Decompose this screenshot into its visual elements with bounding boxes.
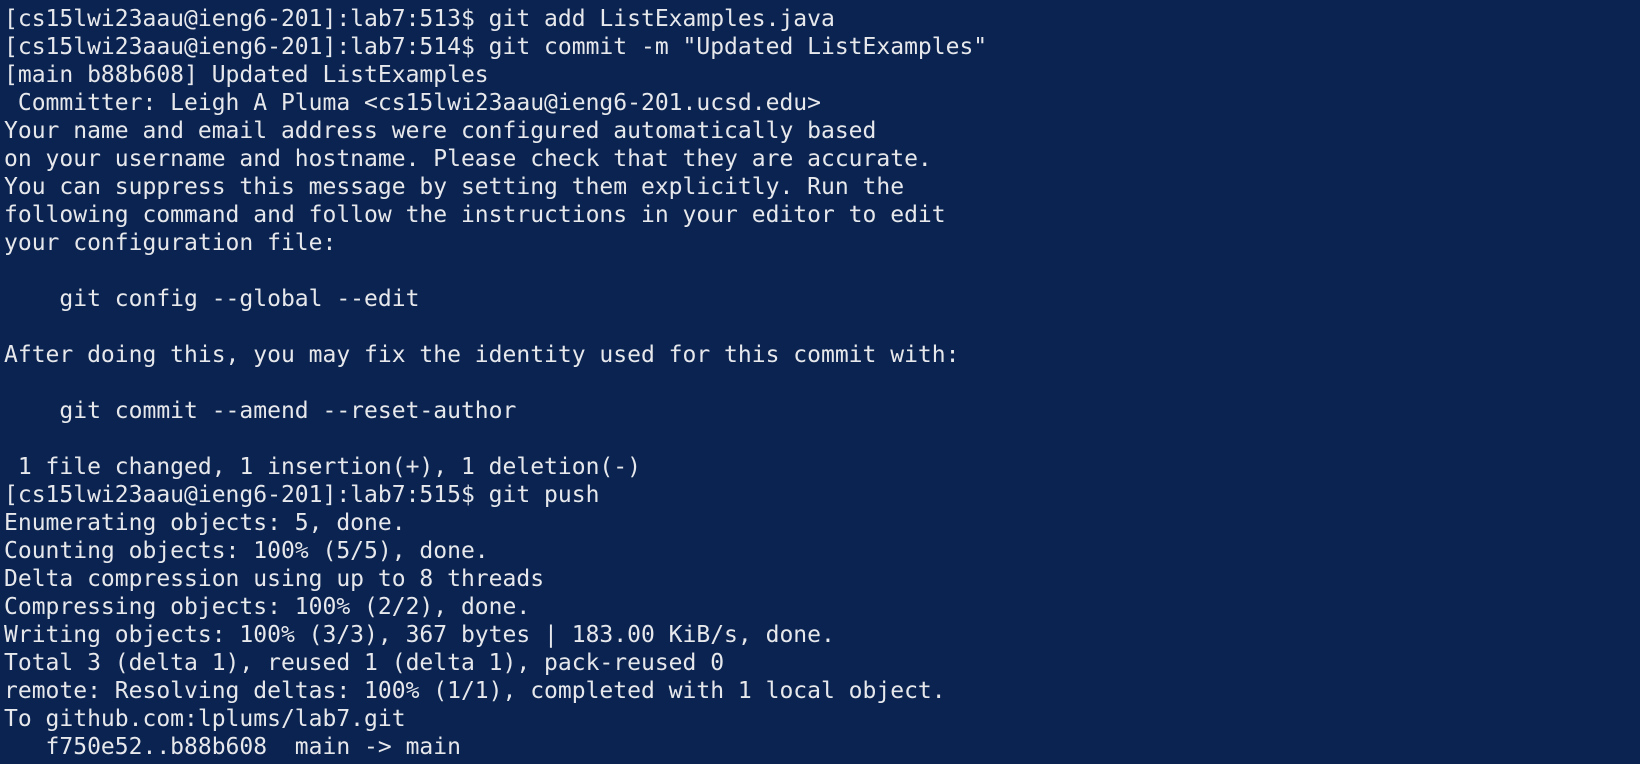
terminal-line: Writing objects: 100% (3/3), 367 bytes |… bbox=[4, 622, 835, 648]
terminal-line: following command and follow the instruc… bbox=[4, 202, 946, 228]
terminal-window[interactable]: [cs15lwi23aau@ieng6-201]:lab7:513$ git a… bbox=[0, 0, 1640, 764]
terminal-line: [main b88b608] Updated ListExamples bbox=[4, 62, 489, 88]
terminal-line: git commit --amend --reset-author bbox=[4, 398, 517, 424]
terminal-line: your configuration file: bbox=[4, 230, 337, 256]
terminal-line: Compressing objects: 100% (2/2), done. bbox=[4, 594, 531, 620]
terminal-line: To github.com:lplums/lab7.git bbox=[4, 706, 406, 732]
terminal-line: git config --global --edit bbox=[4, 286, 420, 312]
terminal-line: [cs15lwi23aau@ieng6-201]:lab7:513$ git a… bbox=[4, 6, 835, 32]
terminal-line: [cs15lwi23aau@ieng6-201]:lab7:514$ git c… bbox=[4, 34, 988, 60]
terminal-line: remote: Resolving deltas: 100% (1/1), co… bbox=[4, 678, 946, 704]
terminal-line: Total 3 (delta 1), reused 1 (delta 1), p… bbox=[4, 650, 725, 676]
terminal-line: After doing this, you may fix the identi… bbox=[4, 342, 960, 368]
terminal-line: Delta compression using up to 8 threads bbox=[4, 566, 545, 592]
terminal-line: You can suppress this message by setting… bbox=[4, 174, 905, 200]
terminal-line: f750e52..b88b608 main -> main bbox=[4, 734, 461, 760]
terminal-line: on your username and hostname. Please ch… bbox=[4, 146, 932, 172]
terminal-line: [cs15lwi23aau@ieng6-201]:lab7:515$ git p… bbox=[4, 482, 600, 508]
terminal-line: Committer: Leigh A Pluma <cs15lwi23aau@i… bbox=[4, 90, 821, 116]
terminal-line: Your name and email address were configu… bbox=[4, 118, 877, 144]
terminal-line: Enumerating objects: 5, done. bbox=[4, 510, 406, 536]
terminal-line: 1 file changed, 1 insertion(+), 1 deleti… bbox=[4, 454, 641, 480]
terminal-line: Counting objects: 100% (5/5), done. bbox=[4, 538, 489, 564]
